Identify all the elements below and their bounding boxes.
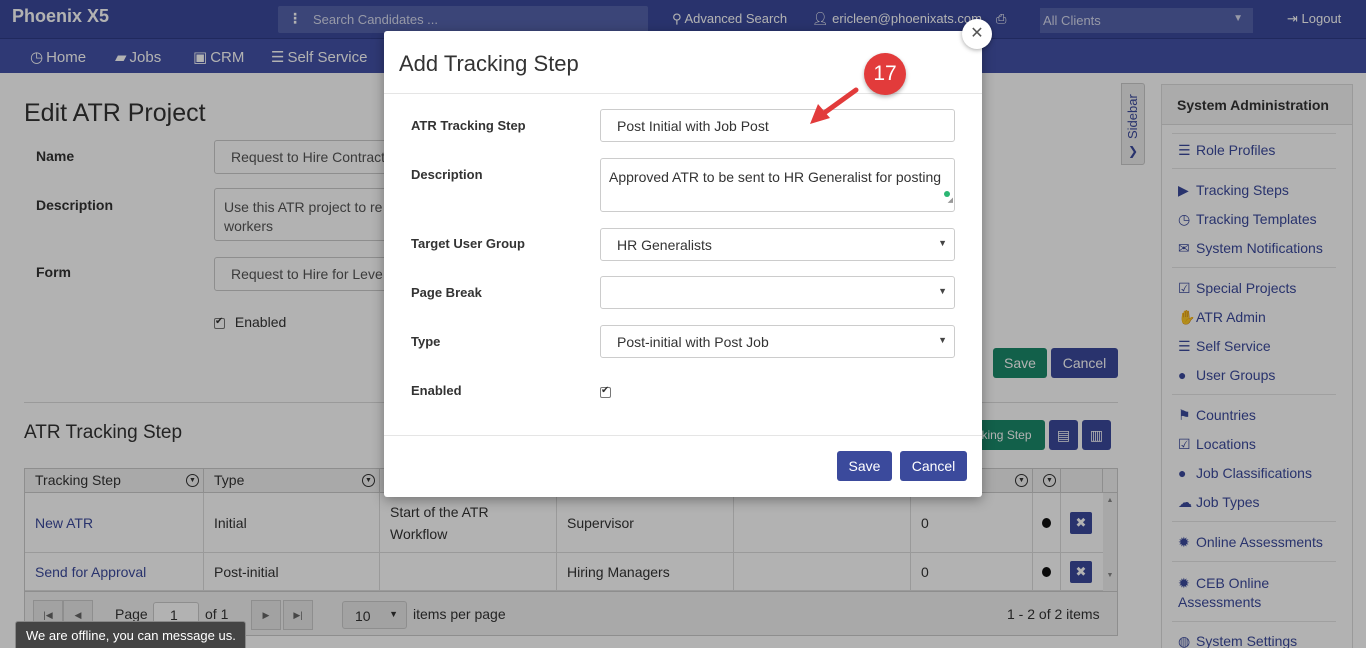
modal-footer-divider: [384, 435, 982, 436]
chevron-down-icon: ▼: [938, 285, 947, 296]
offline-chat-toast[interactable]: We are offline, you can message us.: [15, 621, 246, 648]
modal-title: Add Tracking Step: [399, 51, 579, 76]
type-label: Type: [411, 334, 441, 349]
step-number-badge: 17: [864, 53, 906, 95]
modal-cancel-button[interactable]: Cancel: [900, 451, 967, 481]
modal-enabled-label: Enabled: [411, 383, 462, 398]
page-break-select[interactable]: ▼: [600, 276, 955, 309]
modal-enabled-checkbox-wrap: [600, 383, 611, 399]
type-value: Post-initial with Post Job: [617, 333, 769, 350]
step-description-value: Approved ATR to be sent to HR Generalist…: [609, 169, 942, 185]
type-select[interactable]: Post-initial with Post Job ▼: [600, 325, 955, 358]
add-tracking-step-modal: Add Tracking Step ✕ ATR Tracking Step Po…: [384, 19, 992, 497]
step-name-input[interactable]: Post Initial with Job Post: [600, 109, 955, 142]
chevron-down-icon: ▼: [938, 334, 947, 345]
chevron-down-icon: ▼: [938, 237, 947, 248]
resize-handle-icon[interactable]: ◢: [948, 192, 953, 210]
page-break-label: Page Break: [411, 285, 482, 300]
step-description-label: Description: [411, 167, 483, 182]
annotation-arrow-icon: [810, 87, 859, 124]
target-group-value: HR Generalists: [617, 236, 712, 253]
close-icon[interactable]: ✕: [962, 19, 992, 49]
modal-save-button[interactable]: Save: [837, 451, 892, 481]
modal-enabled-checkbox[interactable]: [600, 385, 611, 398]
target-group-select[interactable]: HR Generalists ▼: [600, 228, 955, 261]
step-description-textarea[interactable]: Approved ATR to be sent to HR Generalist…: [600, 158, 955, 212]
target-group-label: Target User Group: [411, 236, 525, 251]
step-name-label: ATR Tracking Step: [411, 118, 526, 133]
